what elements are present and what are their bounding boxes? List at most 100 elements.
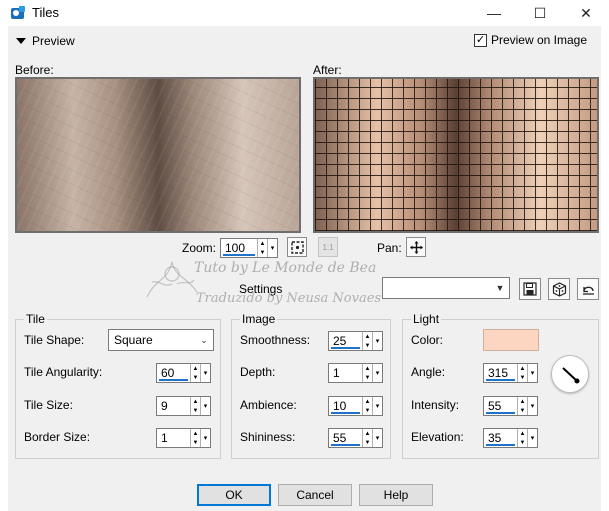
spin-down-icon: ▼ (519, 374, 526, 381)
tile-group: Tile Tile Shape: Square ⌄ Tile Angularit… (15, 312, 221, 459)
after-label: After: (313, 63, 342, 77)
light-color-label: Color: (411, 333, 444, 347)
spin-down-icon: ▼ (519, 407, 526, 414)
pan-label: Pan: (377, 241, 402, 255)
slider-dropdown-arrow[interactable]: ▾ (372, 364, 382, 382)
tile-group-title: Tile (24, 312, 47, 326)
slider-dropdown-arrow[interactable]: ▾ (200, 397, 210, 415)
save-preset-button[interactable] (519, 278, 541, 300)
cancel-button[interactable]: Cancel (278, 484, 352, 506)
reset-button[interactable] (577, 278, 599, 300)
zoom-spin-arrows[interactable]: ▲ ▼ (257, 239, 267, 257)
slider-dropdown-arrow[interactable]: ▾ (372, 429, 382, 447)
slider-dropdown-arrow[interactable]: ▾ (372, 397, 382, 415)
slider-dropdown-arrow[interactable]: ▾ (527, 429, 537, 447)
minimize-button[interactable]: — (471, 0, 517, 26)
border-size-value[interactable]: 1 (157, 429, 190, 447)
maximize-button[interactable]: ☐ (517, 0, 563, 26)
depth-value[interactable]: 1 (329, 364, 362, 382)
watermark-line1: Tuto by Le Monde de Bea (194, 260, 377, 276)
spin-up-icon: ▲ (192, 430, 199, 437)
spin-down-icon: ▼ (259, 249, 266, 256)
chevron-down-icon: ▼ (495, 283, 505, 293)
close-button[interactable]: ✕ (563, 0, 609, 26)
slider-dropdown-arrow[interactable]: ▾ (372, 332, 382, 350)
preview-on-image-label: Preview on Image (490, 33, 587, 47)
shininess-spinner[interactable]: 55 ▲ ▼ ▾ (328, 428, 383, 448)
intensity-spinner[interactable]: 55 ▲ ▼ ▾ (483, 396, 538, 416)
spin-down-icon: ▼ (364, 407, 371, 414)
watermark-ornament-icon (142, 252, 202, 305)
border-size-spinner[interactable]: 1 ▲ ▼ ▾ (156, 428, 211, 448)
before-preview-image[interactable] (15, 77, 301, 233)
border-size-label: Border Size: (24, 430, 91, 444)
spin-up-icon: ▲ (259, 240, 266, 247)
spin-up-icon: ▲ (192, 365, 199, 372)
depth-spinner[interactable]: 1 ▲ ▼ ▾ (328, 363, 383, 383)
elevation-spinner[interactable]: 35 ▲ ▼ ▾ (483, 428, 538, 448)
title-bar: Tiles — ☐ ✕ (0, 0, 609, 26)
help-button[interactable]: Help (359, 484, 433, 506)
elevation-value[interactable]: 35 (484, 429, 517, 447)
app-icon (10, 5, 26, 21)
settings-preset-dropdown[interactable]: ▼ (382, 277, 510, 299)
pan-button[interactable] (406, 237, 426, 257)
spin-up-icon: ▲ (192, 398, 199, 405)
ok-button[interactable]: OK (197, 484, 271, 506)
spin-up-icon: ▲ (519, 365, 526, 372)
tile-size-value[interactable]: 9 (157, 397, 190, 415)
spin-down-icon: ▼ (192, 407, 199, 414)
slider-dropdown-arrow[interactable]: ▾ (527, 397, 537, 415)
preview-toggle[interactable]: Preview (16, 34, 75, 48)
smoothness-spinner[interactable]: 25 ▲ ▼ ▾ (328, 331, 383, 351)
slider-dropdown-arrow[interactable]: ▾ (200, 364, 210, 382)
elevation-label: Elevation: (411, 430, 464, 444)
watermark-line2: Traduzido by Neusa Novaes (196, 291, 382, 306)
tile-shape-dropdown[interactable]: Square ⌄ (108, 329, 214, 351)
ambience-label: Ambience: (240, 398, 297, 412)
slider-dropdown-arrow[interactable]: ▾ (527, 364, 537, 382)
tile-size-label: Tile Size: (24, 398, 73, 412)
save-icon (523, 282, 537, 296)
shininess-value[interactable]: 55 (329, 429, 362, 447)
dice-icon (552, 281, 566, 297)
angle-value[interactable]: 315 (484, 364, 517, 382)
light-group-title: Light (411, 312, 442, 326)
spin-down-icon: ▼ (519, 439, 526, 446)
zoom-spinner[interactable]: 100 ▲ ▼ ▾ (220, 238, 278, 258)
intensity-label: Intensity: (411, 398, 460, 412)
angle-dial[interactable] (551, 355, 589, 393)
zoom-fit-button[interactable] (287, 237, 307, 257)
after-preview-image[interactable] (313, 77, 599, 233)
tile-angularity-value[interactable]: 60 (157, 364, 190, 382)
zoom-one-to-one-button[interactable]: 1:1 (318, 237, 338, 257)
depth-label: Depth: (240, 365, 276, 379)
zoom-value[interactable]: 100 (221, 239, 257, 257)
spin-down-icon: ▼ (364, 342, 371, 349)
dialog-client: Preview ✓ Preview on Image Before: After… (8, 26, 601, 511)
spin-down-icon: ▼ (364, 439, 371, 446)
zoom-dropdown-arrow[interactable]: ▾ (267, 239, 277, 257)
spin-down-icon: ▼ (364, 374, 371, 381)
image-group: Image Smoothness: 25 ▲ ▼ ▾ Depth: 1 ▲ ▼ ▾ … (231, 312, 391, 459)
spin-up-icon: ▲ (364, 398, 371, 405)
ambience-value[interactable]: 10 (329, 397, 362, 415)
spin-down-icon: ▼ (192, 374, 199, 381)
ambience-spinner[interactable]: 10 ▲ ▼ ▾ (328, 396, 383, 416)
randomize-button[interactable] (548, 278, 570, 300)
light-color-swatch[interactable] (483, 329, 539, 351)
zoom-fit-icon (290, 240, 304, 254)
chevron-down-icon: ⌄ (200, 334, 208, 345)
pan-move-icon (409, 240, 423, 254)
tile-angularity-spinner[interactable]: 60 ▲ ▼ ▾ (156, 363, 211, 383)
tile-size-spinner[interactable]: 9 ▲ ▼ ▾ (156, 396, 211, 416)
intensity-value[interactable]: 55 (484, 397, 517, 415)
one-to-one-icon: 1:1 (322, 242, 334, 252)
minimize-icon: — (487, 5, 501, 21)
reset-icon (582, 286, 594, 295)
slider-dropdown-arrow[interactable]: ▾ (200, 429, 210, 447)
preview-on-image-checkbox[interactable]: ✓ Preview on Image (473, 33, 587, 47)
smoothness-value[interactable]: 25 (329, 332, 362, 350)
tile-shape-label: Tile Shape: (24, 333, 85, 347)
angle-spinner[interactable]: 315 ▲ ▼ ▾ (483, 363, 538, 383)
